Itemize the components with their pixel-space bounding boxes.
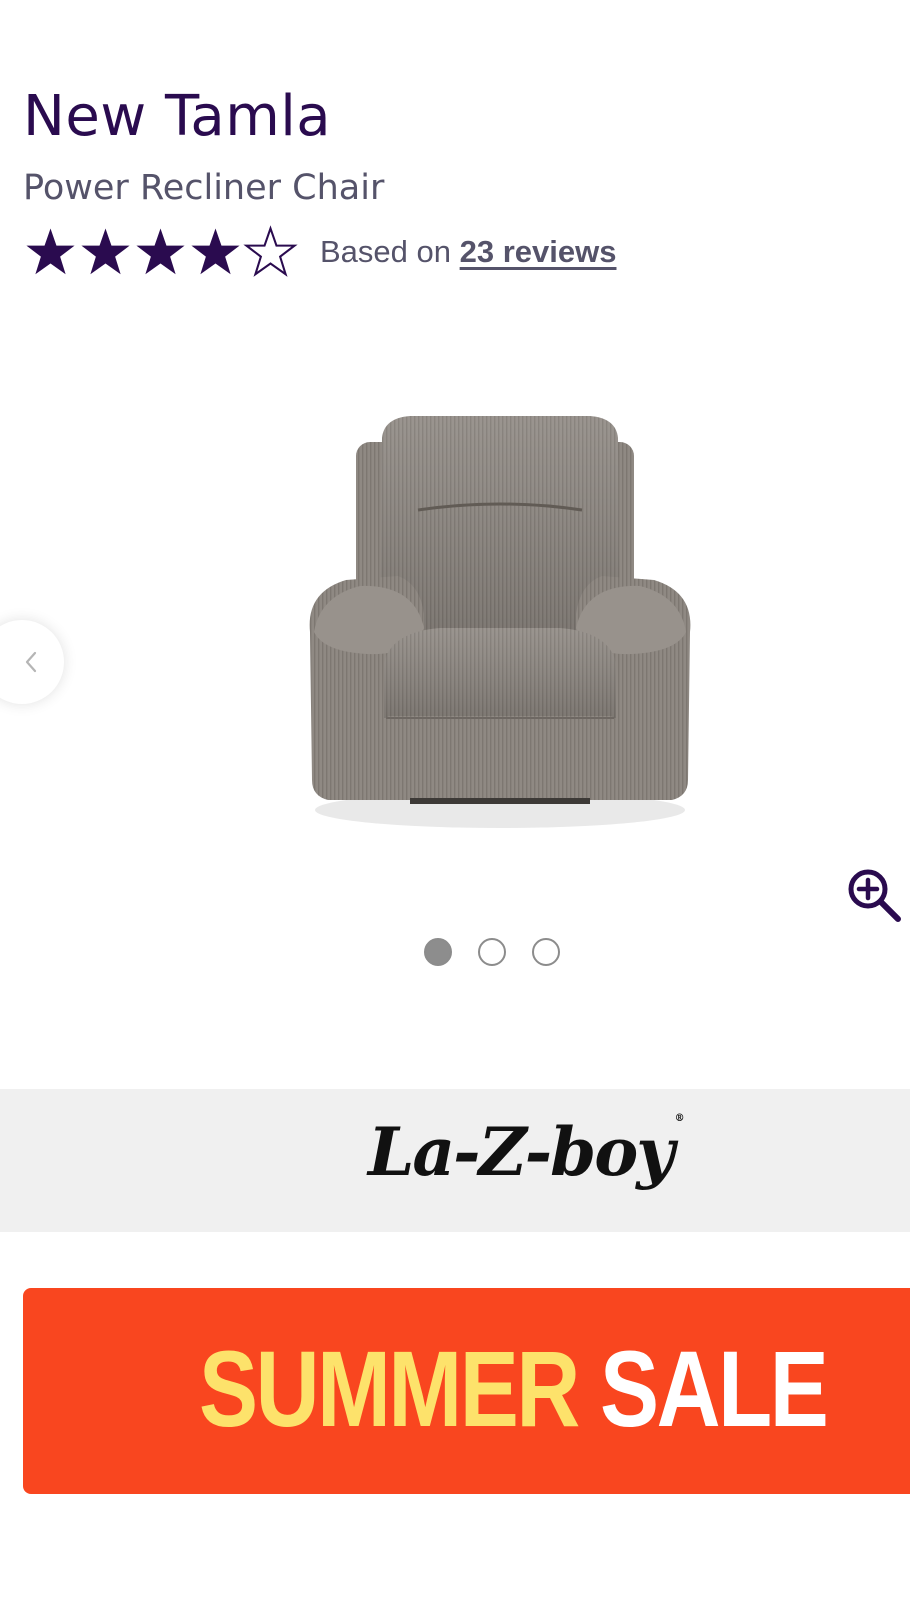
sale-headline: SUMMER SALE	[199, 1334, 829, 1444]
brand-logo-reg: ®	[674, 1113, 685, 1124]
sale-word-summer: SUMMER	[199, 1328, 580, 1449]
star-filled-icon	[26, 227, 75, 274]
product-gallery[interactable]	[0, 300, 910, 1020]
star-filled-icon	[81, 227, 130, 274]
chevron-left-icon	[25, 651, 37, 673]
brand-logo-text: La-Z-boy	[368, 1113, 675, 1191]
star-filled-icon	[136, 227, 185, 274]
product-subtitle: Power Recliner Chair	[23, 168, 385, 208]
gallery-pagination	[424, 938, 560, 966]
summer-sale-banner[interactable]: SUMMER SALE	[23, 1288, 910, 1494]
reviews-summary: Based on 23 reviews	[320, 234, 616, 270]
reviews-link[interactable]: 23 reviews	[460, 234, 617, 269]
sale-word-sale: SALE	[599, 1328, 829, 1449]
pagination-dot-active[interactable]	[424, 938, 452, 966]
pagination-dot[interactable]	[478, 938, 506, 966]
product-title: New Tamla	[23, 84, 332, 149]
zoom-in-icon[interactable]	[846, 867, 906, 927]
rating-row: Based on 23 reviews	[23, 222, 616, 282]
star-empty-icon	[243, 224, 298, 277]
gallery-prev-button[interactable]	[0, 620, 64, 704]
brand-logo[interactable]: La-Z-boy ®	[368, 1113, 685, 1191]
star-filled-icon	[191, 227, 240, 274]
pagination-dot[interactable]	[532, 938, 560, 966]
brand-band: La-Z-boy ®	[0, 1089, 910, 1232]
star-rating	[23, 224, 298, 280]
reviews-prefix: Based on	[320, 234, 451, 269]
product-image[interactable]	[290, 400, 710, 860]
